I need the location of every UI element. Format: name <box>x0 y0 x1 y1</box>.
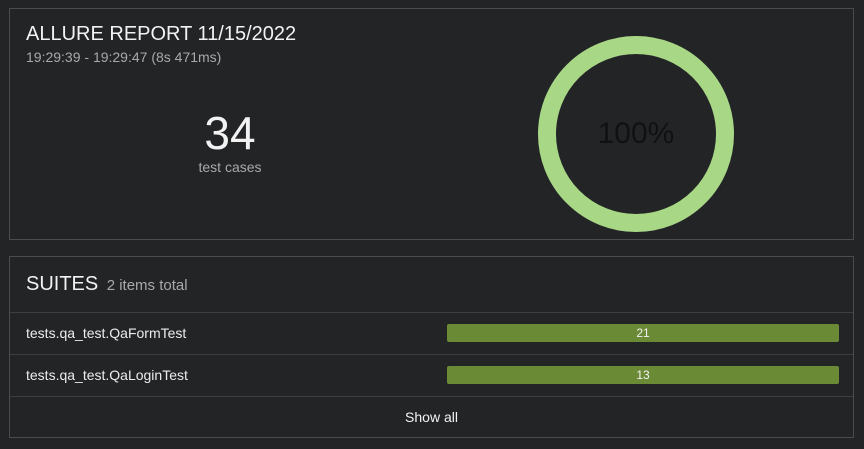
show-all-row: Show all <box>10 396 853 438</box>
report-duration: 19:29:39 - 19:29:47 (8s 471ms) <box>26 49 222 65</box>
suite-status-bar: 21 <box>447 324 839 342</box>
suites-total-count: 2 items total <box>106 277 188 294</box>
summary-widget: ALLURE REPORT 11/15/2022 19:29:39 - 19:2… <box>9 8 854 240</box>
test-cases-count: 34 <box>204 107 256 159</box>
suites-header: SUITES 2 items total <box>26 273 188 296</box>
report-title: ALLURE REPORT 11/15/2022 <box>26 23 297 45</box>
success-rate-text: 100% <box>597 117 675 150</box>
suite-row[interactable]: tests.qa_test.QaLoginTest 13 <box>10 354 853 396</box>
suites-title: SUITES <box>26 273 99 295</box>
suite-row[interactable]: tests.qa_test.QaFormTest 21 <box>10 312 853 354</box>
suite-name: tests.qa_test.QaFormTest <box>26 325 187 341</box>
suite-name: tests.qa_test.QaLoginTest <box>26 367 188 383</box>
suite-status-bar: 13 <box>447 366 839 384</box>
show-all-link[interactable]: Show all <box>405 409 458 425</box>
suites-widget: SUITES 2 items total tests.qa_test.QaFor… <box>9 256 854 438</box>
test-cases-label: test cases <box>198 159 262 175</box>
